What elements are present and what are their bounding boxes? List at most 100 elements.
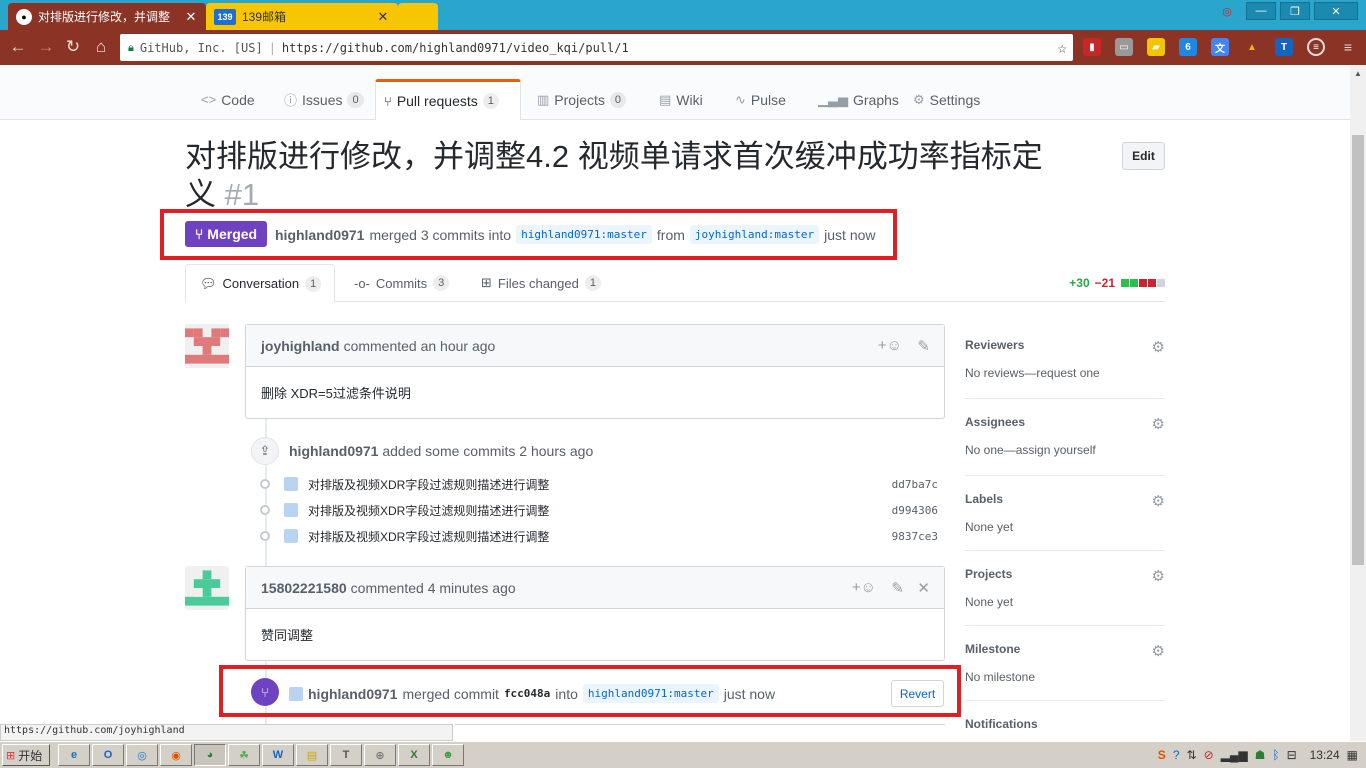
extension-t-icon[interactable]: T: [1275, 38, 1293, 56]
avatar[interactable]: [284, 477, 298, 491]
close-tab-icon[interactable]: ✕: [184, 9, 198, 25]
reload-icon[interactable]: ↻: [63, 37, 83, 57]
action-center-icon[interactable]: ▦: [1347, 748, 1358, 762]
head-branch[interactable]: joyhighland:master: [689, 225, 820, 244]
tab-pulse[interactable]: ∿ Pulse: [727, 79, 794, 120]
comment-author[interactable]: 15802221580: [261, 580, 347, 596]
chrome-icon[interactable]: ◕: [194, 744, 226, 766]
tab-pull-requests[interactable]: ⑂ Pull requests 1: [375, 79, 521, 120]
extension-circle-icon[interactable]: ≡: [1307, 38, 1325, 56]
profile-icon[interactable]: ◎: [1212, 2, 1242, 20]
commit-message[interactable]: 对排版及视频XDR字段过滤规则描述进行调整: [308, 528, 549, 545]
tab-settings[interactable]: ⚙ Settings: [905, 79, 988, 120]
pencil-icon[interactable]: ✎: [917, 337, 930, 355]
commit-sha[interactable]: 9837ce3: [892, 530, 938, 543]
merge-commit-sha[interactable]: fcc048a: [504, 687, 550, 700]
sidebar-heading[interactable]: Assignees: [965, 415, 1165, 429]
revert-button[interactable]: Revert: [891, 680, 944, 707]
target-branch[interactable]: highland0971:master: [582, 684, 719, 703]
sidebar-heading[interactable]: Milestone: [965, 642, 1165, 656]
bookmark-star-icon[interactable]: ☆: [1057, 38, 1067, 57]
avatar[interactable]: [289, 686, 303, 701]
firefox-icon[interactable]: ◉: [160, 744, 192, 766]
text-editor-icon[interactable]: T: [330, 744, 362, 766]
contacts-icon[interactable]: ☗: [1255, 748, 1266, 762]
home-icon[interactable]: ⌂: [91, 37, 111, 57]
close-window-button[interactable]: ✕: [1314, 2, 1358, 20]
wechat-icon[interactable]: ☻: [432, 744, 464, 766]
start-button[interactable]: ⊞ 开始: [2, 744, 50, 766]
minimize-button[interactable]: —: [1246, 2, 1276, 20]
comment-time[interactable]: commented an hour ago: [344, 338, 496, 354]
browser-tab-139mail[interactable]: 139 139邮箱 ✕: [206, 3, 398, 30]
scroll-thumb[interactable]: [1352, 135, 1364, 565]
commit-sha[interactable]: dd7ba7c: [892, 478, 938, 491]
event-author[interactable]: highland0971: [308, 686, 397, 702]
extension-hat-icon[interactable]: ▲: [1243, 38, 1261, 56]
app-icon[interactable]: ☘: [228, 744, 260, 766]
ie-icon[interactable]: e: [58, 744, 90, 766]
sidebar-heading[interactable]: Projects: [965, 567, 1165, 581]
address-bar[interactable]: 🔒︎ GitHub, Inc. [US] | https://github.co…: [120, 34, 1073, 61]
avatar[interactable]: [284, 529, 298, 543]
new-tab-button[interactable]: [398, 3, 438, 30]
network-adapter-icon[interactable]: ⊟: [1287, 748, 1297, 762]
avatar[interactable]: [284, 503, 298, 517]
comment-time[interactable]: commented 4 minutes ago: [351, 580, 516, 596]
extension-card-icon[interactable]: ▭: [1115, 38, 1133, 56]
tab-projects[interactable]: ▥ Projects 0: [529, 79, 634, 120]
gear-icon[interactable]: ⚙: [1152, 642, 1165, 660]
excel-icon[interactable]: X: [398, 744, 430, 766]
extension-folder-icon[interactable]: ▰: [1147, 38, 1165, 56]
explorer-icon[interactable]: ▤: [296, 744, 328, 766]
add-reaction-icon[interactable]: +☺: [852, 579, 876, 596]
tray-expand-icon[interactable]: ⇅: [1187, 748, 1197, 762]
avatar[interactable]: [185, 566, 229, 610]
app-icon[interactable]: ⊕: [364, 744, 396, 766]
sidebar-heading[interactable]: Reviewers: [965, 338, 1165, 352]
author-link[interactable]: highland0971: [275, 227, 364, 243]
volume-muted-icon[interactable]: ⊘: [1204, 748, 1214, 762]
page-scrollbar[interactable]: ▲: [1350, 65, 1366, 741]
event-author[interactable]: highland0971: [289, 443, 378, 459]
base-branch[interactable]: highland0971:master: [516, 225, 652, 244]
tab-conversation[interactable]: 💬︎ Conversation 1: [185, 264, 335, 303]
close-icon[interactable]: ✕: [917, 579, 930, 597]
forward-icon[interactable]: →: [36, 37, 56, 57]
outlook-icon[interactable]: O: [92, 744, 124, 766]
bluetooth-icon[interactable]: ᛒ: [1272, 748, 1279, 762]
browser-tab-github[interactable]: ● 对排版进行修改，并调整 ✕: [8, 3, 206, 30]
extension-book-icon[interactable]: ▮: [1083, 38, 1101, 56]
sidebar-heading[interactable]: Labels: [965, 492, 1165, 506]
scroll-up-icon[interactable]: ▲: [1354, 69, 1362, 78]
commit-sha[interactable]: d994306: [892, 504, 938, 517]
word-icon[interactable]: W: [262, 744, 294, 766]
app-icon[interactable]: ◎: [126, 744, 158, 766]
commit-message[interactable]: 对排版及视频XDR字段过滤规则描述进行调整: [308, 502, 549, 519]
gear-icon[interactable]: ⚙: [1152, 492, 1165, 510]
edit-title-button[interactable]: Edit: [1122, 142, 1165, 170]
translate-icon[interactable]: 文: [1211, 38, 1229, 56]
commit-message[interactable]: 对排版及视频XDR字段过滤规则描述进行调整: [308, 476, 549, 493]
tab-commits[interactable]: -o- Commits 3: [340, 264, 463, 302]
extension-six-icon[interactable]: 6: [1179, 38, 1197, 56]
menu-icon[interactable]: ≡: [1339, 38, 1357, 56]
close-tab-icon[interactable]: ✕: [376, 9, 390, 25]
maximize-button[interactable]: ❐: [1280, 2, 1310, 20]
sidebar-heading[interactable]: Notifications: [965, 717, 1165, 731]
tab-files-changed[interactable]: ⊞ Files changed 1: [467, 264, 615, 302]
tab-wiki[interactable]: ▤ Wiki: [651, 79, 711, 120]
gear-icon[interactable]: ⚙: [1152, 567, 1165, 585]
input-method-icon[interactable]: S: [1158, 748, 1166, 762]
comment-author[interactable]: joyhighland: [261, 338, 340, 354]
tab-graphs[interactable]: ▁▃▅ Graphs: [810, 79, 907, 120]
network-icon[interactable]: ▂▄▆: [1221, 748, 1248, 762]
avatar[interactable]: [185, 324, 229, 368]
gear-icon[interactable]: ⚙: [1152, 338, 1165, 356]
tab-code[interactable]: <> Code: [193, 79, 263, 120]
tab-issues[interactable]: ⓘ Issues 0: [276, 79, 372, 120]
back-icon[interactable]: ←: [8, 37, 28, 57]
help-icon[interactable]: ?: [1173, 748, 1180, 762]
gear-icon[interactable]: ⚙: [1152, 415, 1165, 433]
pencil-icon[interactable]: ✎: [891, 579, 904, 597]
